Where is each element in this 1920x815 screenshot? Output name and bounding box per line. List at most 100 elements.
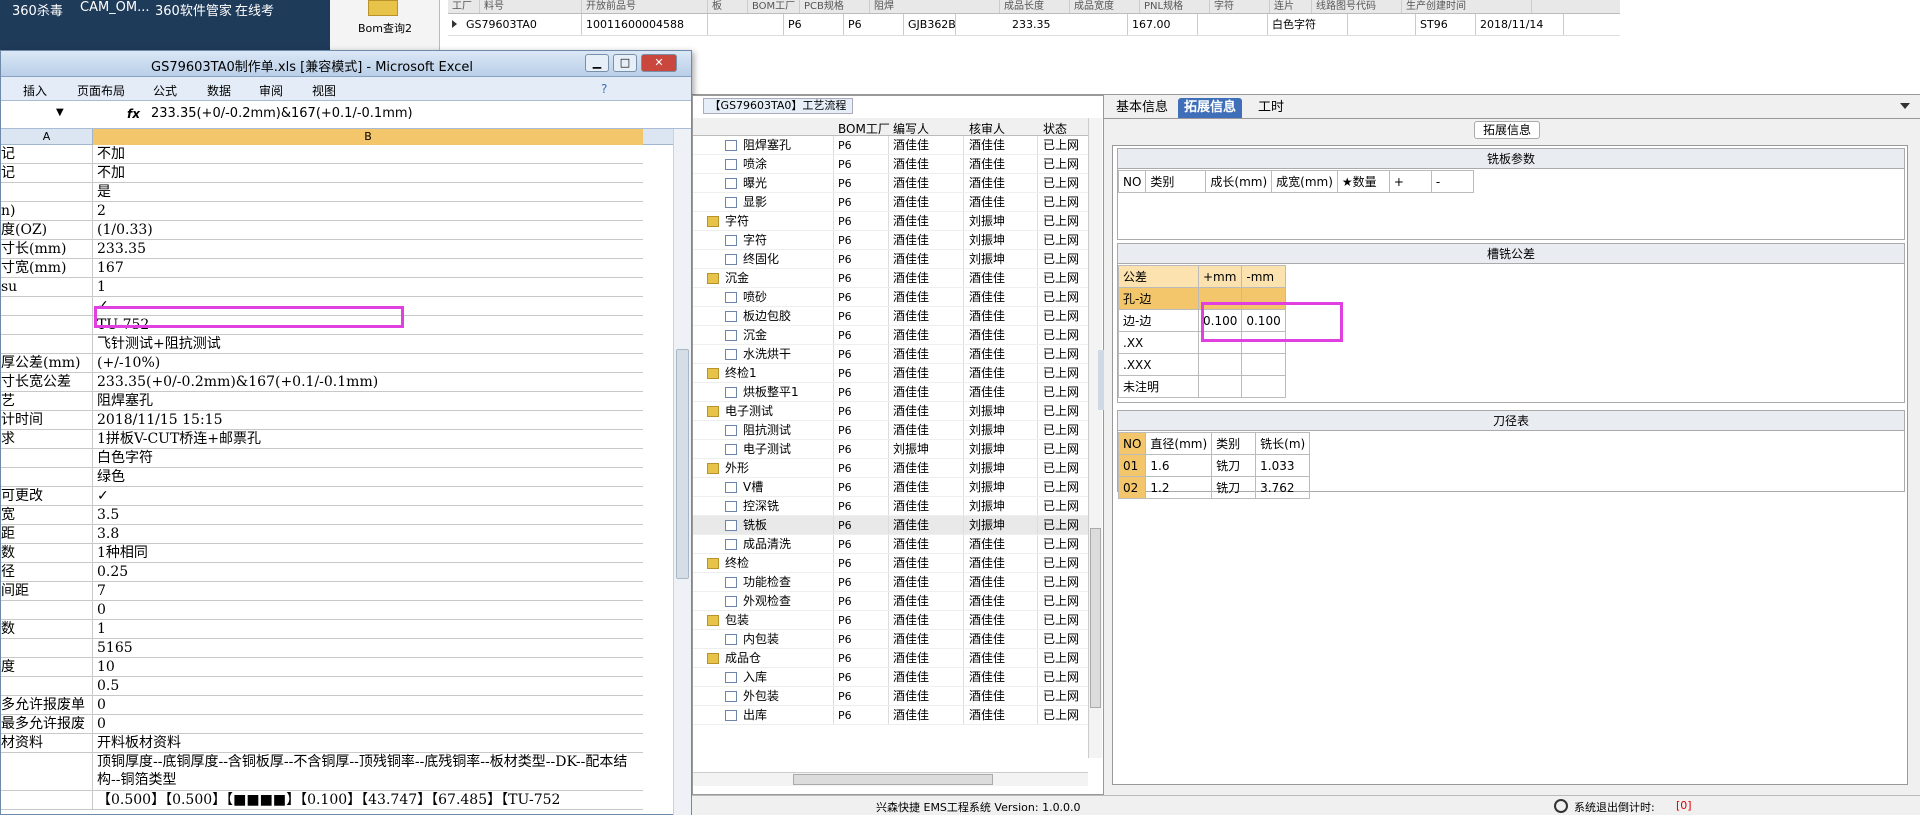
tree-row[interactable]: 终检1 P6 酒佳佳 酒佳佳 已上网 bbox=[693, 364, 1088, 383]
tree-row[interactable]: 内包装 P6 酒佳佳 酒佳佳 已上网 bbox=[693, 630, 1088, 649]
tree-row[interactable]: 成品仓 P6 酒佳佳 酒佳佳 已上网 bbox=[693, 649, 1088, 668]
table-header[interactable]: 成长(mm) bbox=[1205, 170, 1273, 193]
cell-b[interactable]: 1 bbox=[97, 620, 643, 639]
header-status[interactable]: 状态 bbox=[1043, 120, 1067, 137]
ribbon-tab-data[interactable]: 数据 bbox=[207, 82, 231, 99]
grid-col-header[interactable]: 开放前品号 bbox=[582, 0, 708, 13]
table-cell[interactable]: 未注明 bbox=[1118, 375, 1199, 398]
grid-col-header[interactable]: 字符 bbox=[1210, 0, 1270, 13]
grid-col-header[interactable]: 成品长度 bbox=[1000, 0, 1070, 13]
cell-a[interactable]: 宽 bbox=[1, 506, 93, 524]
table-cell[interactable]: 孔-边 bbox=[1118, 287, 1199, 310]
horizontal-scrollbar[interactable] bbox=[693, 772, 1088, 786]
table-row[interactable]: .XXX bbox=[1118, 353, 1286, 376]
table-cell[interactable]: 边-边 bbox=[1118, 309, 1199, 332]
function-icon[interactable]: fx bbox=[127, 107, 140, 121]
cell-b[interactable]: 顶铜厚度--底铜厚度--含铜板厚--不含铜厚--顶残铜率--底残铜率--板材类型… bbox=[97, 753, 643, 789]
table-row[interactable]: 度(OZ) (1/0.33) bbox=[1, 221, 643, 240]
cell-b[interactable]: 阻焊塞孔 bbox=[97, 392, 643, 411]
maximize-button[interactable]: □ bbox=[613, 54, 637, 72]
grid-cell[interactable]: 167.00 bbox=[1128, 14, 1198, 35]
desktop-item-360-manager[interactable]: 360软件管家 bbox=[155, 0, 232, 19]
tree-row[interactable]: 曝光 P6 酒佳佳 酒佳佳 已上网 bbox=[693, 174, 1088, 193]
table-row[interactable]: 02 1.2 铣刀 3.762 bbox=[1117, 476, 1311, 499]
grid-col-header[interactable]: 料号 bbox=[480, 0, 582, 13]
cell-a[interactable] bbox=[1, 449, 93, 467]
cell-b[interactable]: 1种相同 bbox=[97, 544, 643, 563]
cell-a[interactable]: 寸长(mm) bbox=[1, 240, 93, 258]
cell-b[interactable]: 1 bbox=[97, 278, 643, 297]
cell-a[interactable]: 间距 bbox=[1, 582, 93, 600]
table-header[interactable]: NO bbox=[1117, 432, 1147, 455]
cell-a[interactable] bbox=[1, 639, 93, 657]
tree-row[interactable]: 字符 P6 酒佳佳 刘振坤 已上网 bbox=[693, 212, 1088, 231]
cell-b[interactable]: 7 bbox=[97, 582, 643, 601]
table-header[interactable]: +mm bbox=[1197, 265, 1243, 288]
cell-b[interactable]: 10 bbox=[97, 658, 643, 677]
cell-a[interactable] bbox=[1, 753, 93, 790]
cell-a[interactable]: 寸长宽公差 bbox=[1, 373, 93, 391]
grid-cell[interactable]: ST96 bbox=[1416, 14, 1476, 35]
table-row[interactable]: 白色字符 bbox=[1, 449, 643, 468]
cell-a[interactable] bbox=[1, 335, 93, 353]
cell-b[interactable]: 1拼板V-CUT桥连+邮票孔 bbox=[97, 430, 643, 449]
cell-b[interactable]: 0 bbox=[97, 715, 643, 734]
table-row[interactable]: 5165 bbox=[1, 639, 643, 658]
grid-cell[interactable]: P6 bbox=[844, 14, 904, 35]
cell-b[interactable]: 0 bbox=[97, 696, 643, 715]
table-row[interactable]: 记不加 bbox=[1, 145, 643, 164]
tree-row[interactable]: 板边包胶 P6 酒佳佳 酒佳佳 已上网 bbox=[693, 307, 1088, 326]
table-row[interactable]: 多允许报废单 0 bbox=[1, 696, 643, 715]
tree-row[interactable]: 铣板 P6 酒佳佳 刘振坤 已上网 bbox=[693, 516, 1088, 535]
ribbon-tab-page-layout[interactable]: 页面布局 bbox=[77, 82, 125, 99]
cell-b[interactable]: 【0.500】【0.500】【■■■■】【0.100】【43.747】【67.4… bbox=[97, 791, 643, 810]
grid-col-header[interactable]: 线路图号代码 bbox=[1312, 0, 1402, 13]
table-header[interactable]: 公差 bbox=[1118, 265, 1199, 288]
tree-row[interactable]: 控深铣 P6 酒佳佳 刘振坤 已上网 bbox=[693, 497, 1088, 516]
grid-cell[interactable]: GJB362B-2009 bbox=[904, 14, 956, 35]
cell-a[interactable] bbox=[1, 677, 93, 695]
tree-row[interactable]: 阻焊塞孔 P6 酒佳佳 酒佳佳 已上网 bbox=[693, 136, 1088, 155]
table-row[interactable]: 可更改 ✓ bbox=[1, 487, 643, 506]
chevron-down-icon[interactable] bbox=[1900, 103, 1910, 109]
tab-extended-info[interactable]: 拓展信息 bbox=[1178, 98, 1243, 118]
cell-b[interactable]: 2018/11/15 15:15 bbox=[97, 411, 643, 430]
add-row-button[interactable]: + bbox=[1388, 170, 1432, 193]
cell-a[interactable]: 计时间 bbox=[1, 411, 93, 429]
table-row[interactable]: 度 10 bbox=[1, 658, 643, 677]
excel-title-bar[interactable]: GS79603TA0制作单.xls [兼容模式] - Microsoft Exc… bbox=[1, 51, 691, 77]
name-box-dropdown-icon[interactable]: ▼ bbox=[56, 107, 64, 118]
cell-b[interactable]: 3.8 bbox=[97, 525, 643, 544]
tree-row[interactable]: 水洗烘干 P6 酒佳佳 酒佳佳 已上网 bbox=[693, 345, 1088, 364]
column-header-b[interactable]: B bbox=[93, 129, 643, 145]
cell-b[interactable]: 飞针测试+阻抗测试 bbox=[97, 335, 643, 354]
table-cell[interactable]: 1.2 bbox=[1145, 476, 1213, 499]
tree-row[interactable]: 终检 P6 酒佳佳 酒佳佳 已上网 bbox=[693, 554, 1088, 573]
scrollbar-thumb[interactable] bbox=[676, 349, 689, 579]
cell-a[interactable]: 记 bbox=[1, 164, 93, 182]
table-header[interactable]: ★数量 bbox=[1336, 170, 1390, 193]
cell-b[interactable]: 233.35(+0/-0.2mm)&167(+0.1/-0.1mm) bbox=[97, 373, 643, 392]
cell-b[interactable]: 0.5 bbox=[97, 677, 643, 696]
cell-a[interactable]: 材资料 bbox=[1, 734, 93, 752]
cell-b[interactable]: 白色字符 bbox=[97, 449, 643, 468]
cell-a[interactable] bbox=[1, 183, 93, 201]
table-row[interactable]: 求 1拼板V-CUT桥连+邮票孔 bbox=[1, 430, 643, 449]
cell-b[interactable]: ✓ bbox=[97, 487, 643, 506]
close-button[interactable]: ✕ bbox=[641, 54, 677, 72]
table-row[interactable]: su 1 bbox=[1, 278, 643, 297]
vertical-scrollbar[interactable] bbox=[1088, 118, 1102, 758]
table-header[interactable]: NO bbox=[1117, 170, 1147, 193]
table-header[interactable]: 成宽(mm) bbox=[1271, 170, 1338, 193]
table-row[interactable]: 0 bbox=[1, 601, 643, 620]
table-row[interactable]: 绿色 bbox=[1, 468, 643, 487]
ribbon-tab-insert[interactable]: 插入 bbox=[23, 82, 47, 99]
grid-col-header[interactable]: PNL规格 bbox=[1140, 0, 1210, 13]
grid-cell[interactable]: 白色字符 bbox=[1268, 14, 1348, 35]
cell-b[interactable]: 是 bbox=[97, 183, 643, 202]
cell-b[interactable]: 5165 bbox=[97, 639, 643, 658]
grid-cell[interactable] bbox=[1348, 14, 1416, 35]
tree-row[interactable]: 沉金 P6 酒佳佳 酒佳佳 已上网 bbox=[693, 269, 1088, 288]
cell-a[interactable]: 艺 bbox=[1, 392, 93, 410]
cell-a[interactable]: 求 bbox=[1, 430, 93, 448]
